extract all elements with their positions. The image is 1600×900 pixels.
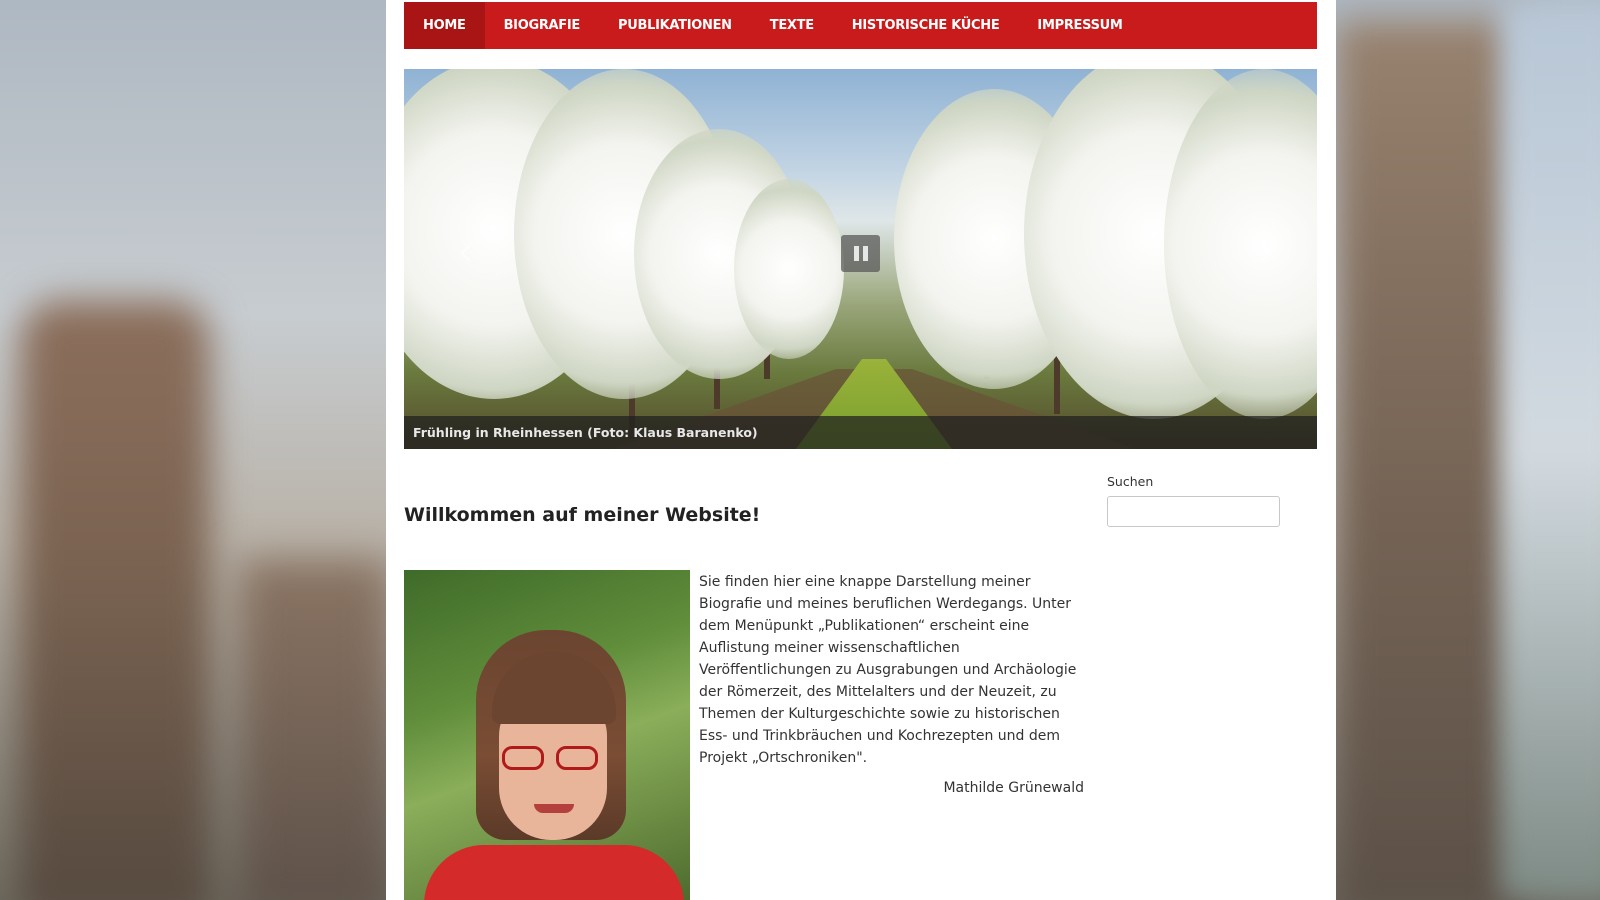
portrait-glasses <box>502 746 544 770</box>
author-signature: Mathilde Grünewald <box>943 780 1084 796</box>
slide-tree-trunk <box>1054 354 1060 414</box>
slide-caption: Frühling in Rheinhessen (Foto: Klaus Bar… <box>404 416 1317 449</box>
pause-icon <box>853 246 859 261</box>
nav-item-impressum[interactable]: IMPRESSUM <box>1018 2 1141 49</box>
nav-item-biografie[interactable]: BIOGRAFIE <box>485 2 599 49</box>
pause-icon <box>862 246 868 261</box>
portrait-jacket <box>424 845 684 900</box>
background-tower-left-small <box>240 560 390 900</box>
image-slider[interactable]: ‹ › Frühling in Rheinhessen (Foto: Klaus… <box>404 69 1317 449</box>
chevron-left-icon: ‹ <box>457 229 473 275</box>
page-container: HOME BIOGRAFIE PUBLIKATIONEN TEXTE HISTO… <box>386 0 1336 900</box>
main-navigation: HOME BIOGRAFIE PUBLIKATIONEN TEXTE HISTO… <box>404 2 1317 49</box>
slider-pause-button[interactable] <box>841 235 880 272</box>
page-title: Willkommen auf meiner Website! <box>404 504 761 526</box>
nav-item-texte[interactable]: TEXTE <box>751 2 833 49</box>
slider-next-button[interactable]: › <box>1253 229 1279 275</box>
background-sky-right <box>1500 0 1600 900</box>
slider-prev-button[interactable]: ‹ <box>452 229 478 275</box>
portrait-glasses <box>556 746 598 770</box>
nav-item-publikationen[interactable]: PUBLIKATIONEN <box>599 2 751 49</box>
portrait-mouth <box>534 804 574 813</box>
nav-item-historische-kueche[interactable]: HISTORISCHE KÜCHE <box>833 2 1019 49</box>
background-tower-right <box>1335 20 1525 900</box>
slide-caption-text: Frühling in Rheinhessen (Foto: Klaus Bar… <box>413 425 758 440</box>
author-portrait <box>404 570 690 900</box>
search-label: Suchen <box>1107 474 1154 489</box>
background-tower-left <box>20 300 210 900</box>
nav-item-home[interactable]: HOME <box>404 2 485 49</box>
intro-text: Sie finden hier eine knappe Darstellung … <box>699 574 1077 766</box>
chevron-right-icon: › <box>1258 229 1274 275</box>
slide-blossom-tree <box>734 179 844 359</box>
search-input[interactable] <box>1107 496 1280 527</box>
